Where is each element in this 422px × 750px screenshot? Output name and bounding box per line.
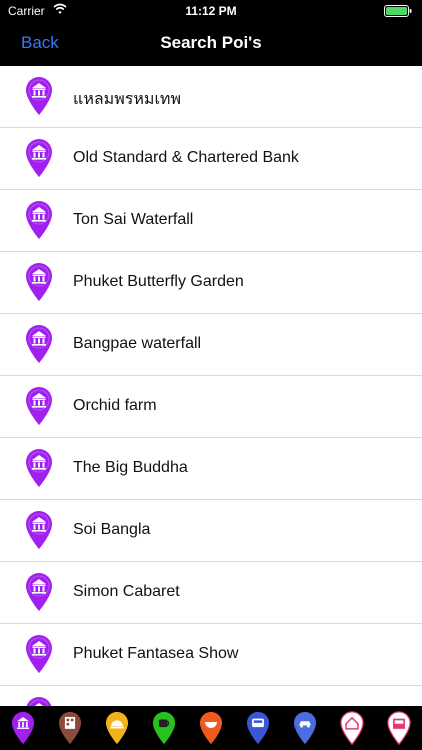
attraction-pin-icon xyxy=(24,324,54,364)
category-bar xyxy=(0,706,422,750)
poi-list: แหลมพรหมเทพ Old Standard & Chartered Bank… xyxy=(0,66,422,706)
home-icon[interactable] xyxy=(339,711,365,746)
poi-row[interactable]: Bangpae waterfall xyxy=(0,314,422,376)
cafe-icon[interactable] xyxy=(151,711,177,745)
poi-name: Phuket Fantasea Show xyxy=(73,645,239,662)
poi-name: Orchid farm xyxy=(73,397,157,414)
poi-row[interactable]: Phuket Fantasea Show xyxy=(0,624,422,686)
attraction-pin-icon xyxy=(24,510,54,550)
poi-name: Simon Cabaret xyxy=(73,583,180,600)
poi-name: Ton Sai Waterfall xyxy=(73,211,194,228)
poi-name: Soi Bangla xyxy=(73,521,151,538)
poi-row[interactable]: The Big Buddha xyxy=(0,438,422,500)
attraction-pin-icon xyxy=(24,696,54,706)
restaurant-icon[interactable] xyxy=(104,711,130,745)
shop-icon[interactable] xyxy=(386,711,412,746)
clock: 11:12 PM xyxy=(185,4,237,18)
attraction-pin-icon xyxy=(24,200,54,240)
poi-name: Old Standard & Chartered Bank xyxy=(73,149,299,166)
poi-row[interactable]: Phuket Butterfly Garden xyxy=(0,252,422,314)
poi-row[interactable]: แหลมพรหมเทพ xyxy=(0,66,422,128)
navigation-bar: Back Search Poi's xyxy=(0,22,422,66)
bus-icon[interactable] xyxy=(245,711,271,745)
car-icon[interactable] xyxy=(292,711,318,745)
poi-row[interactable]: Simon Cabaret xyxy=(0,562,422,624)
attraction-pin-icon xyxy=(24,386,54,426)
food-icon[interactable] xyxy=(198,711,224,745)
attraction-pin-icon xyxy=(24,262,54,302)
poi-name: The Big Buddha xyxy=(73,459,188,476)
attraction-icon[interactable] xyxy=(10,711,36,745)
attraction-pin-icon xyxy=(24,76,54,116)
poi-row[interactable]: Orchid farm xyxy=(0,376,422,438)
poi-row[interactable]: Old Standard & Chartered Bank xyxy=(0,128,422,190)
attraction-pin-icon xyxy=(24,634,54,674)
attraction-pin-icon xyxy=(24,572,54,612)
poi-name: แหลมพรหมเทพ xyxy=(73,91,182,108)
battery-icon xyxy=(384,5,412,17)
poi-row[interactable] xyxy=(0,686,422,706)
poi-row[interactable]: Ton Sai Waterfall xyxy=(0,190,422,252)
attraction-pin-icon xyxy=(24,448,54,488)
poi-row[interactable]: Soi Bangla xyxy=(0,500,422,562)
page-title: Search Poi's xyxy=(160,33,262,52)
poi-name: Bangpae waterfall xyxy=(73,335,202,352)
poi-name: Phuket Butterfly Garden xyxy=(73,273,244,290)
hotel-icon[interactable] xyxy=(57,711,83,745)
attraction-pin-icon xyxy=(24,138,54,178)
status-bar: Carrier 11:12 PM xyxy=(0,0,422,22)
